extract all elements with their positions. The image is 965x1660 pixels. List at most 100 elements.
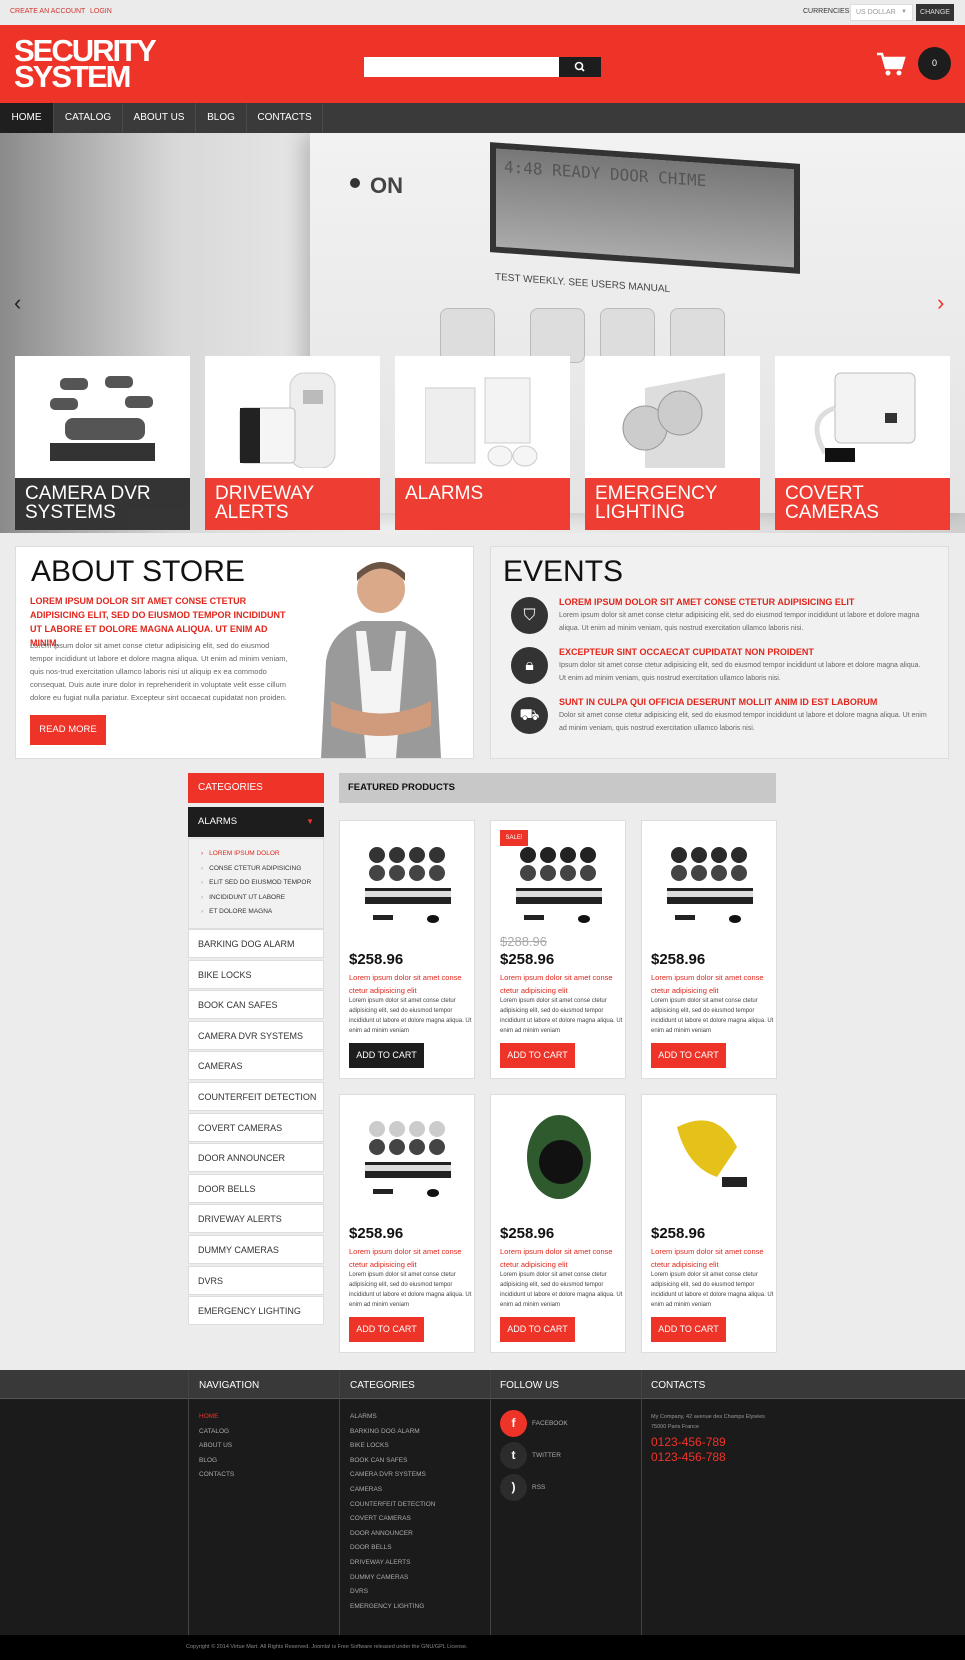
footer-nav-link[interactable]: CONTACTS: [199, 1471, 234, 1478]
facebook-link[interactable]: FACEBOOK: [532, 1420, 568, 1427]
footer-category-link[interactable]: DOOR BELLS: [350, 1544, 392, 1551]
category-item[interactable]: BARKING DOG ALARM: [188, 929, 324, 958]
footer-category-link[interactable]: ALARMS: [350, 1413, 377, 1420]
about-store-section: ABOUT STORE LOREM IPSUM DOLOR SIT AMET C…: [15, 546, 474, 759]
category-item[interactable]: EMERGENCY LIGHTING: [188, 1296, 324, 1326]
slider-prev-arrow-icon[interactable]: ‹: [14, 290, 21, 316]
search-input[interactable]: [364, 57, 559, 77]
footer-nav-link[interactable]: ABOUT US: [199, 1442, 232, 1449]
category-item[interactable]: COVERT CAMERAS: [188, 1112, 324, 1142]
twitter-link[interactable]: TWITTER: [532, 1452, 561, 1459]
add-to-cart-button[interactable]: ADD TO CART: [500, 1317, 575, 1342]
rss-link[interactable]: RSS: [532, 1484, 545, 1491]
keypad-key: [440, 308, 495, 363]
add-to-cart-button[interactable]: ADD TO CART: [349, 1043, 424, 1068]
tile-emergency-lighting[interactable]: EMERGENCY LIGHTING: [585, 356, 760, 530]
subcategory-item[interactable]: › ET DOLORE MAGNA: [201, 905, 323, 920]
product-title[interactable]: Lorem ipsum dolor sit amet conse ctetur …: [651, 1245, 773, 1271]
add-to-cart-button[interactable]: ADD TO CART: [651, 1043, 726, 1068]
product-card: $258.96 Lorem ipsum dolor sit amet conse …: [641, 1094, 777, 1353]
search-button[interactable]: [559, 57, 601, 77]
category-item[interactable]: DVRS: [188, 1265, 324, 1295]
category-alarms[interactable]: ALARMS ▼: [188, 807, 324, 837]
footer-nav-link[interactable]: CATALOG: [199, 1428, 229, 1435]
category-item[interactable]: BIKE LOCKS: [188, 959, 324, 989]
login-link[interactable]: LOGIN: [90, 8, 112, 15]
category-item[interactable]: DRIVEWAY ALERTS: [188, 1204, 324, 1234]
footer-category-link[interactable]: CAMERAS: [350, 1486, 382, 1493]
product-image[interactable]: [657, 833, 763, 933]
tile-covert-cameras[interactable]: COVERT CAMERAS: [775, 356, 950, 530]
led-icon: [350, 178, 360, 188]
category-item[interactable]: BOOK CAN SAFES: [188, 990, 324, 1020]
nav-contacts[interactable]: CONTACTS: [247, 103, 323, 133]
phone-1: 0123-456-789: [651, 1435, 726, 1449]
product-title[interactable]: Lorem ipsum dolor sit amet conse ctetur …: [500, 971, 622, 997]
category-item[interactable]: DUMMY CAMERAS: [188, 1235, 324, 1264]
category-item[interactable]: DOOR ANNOUNCER: [188, 1143, 324, 1173]
category-item[interactable]: CAMERAS: [188, 1051, 324, 1081]
category-item[interactable]: DOOR BELLS: [188, 1173, 324, 1203]
chevron-right-icon: ›: [201, 908, 204, 915]
nav-home[interactable]: HOME: [0, 103, 54, 133]
product-title[interactable]: Lorem ipsum dolor sit amet conse ctetur …: [349, 971, 471, 997]
subcategory-item[interactable]: › ELIT SED DO EIUSMOD TEMPOR: [201, 876, 323, 891]
tile-camera-dvr-systems[interactable]: CAMERA DVR SYSTEMS: [15, 356, 190, 530]
old-price: $288.96: [500, 934, 547, 949]
product-image[interactable]: [355, 1107, 461, 1207]
chevron-right-icon: ›: [201, 879, 204, 886]
footer-category-link[interactable]: BOOK CAN SAFES: [350, 1457, 407, 1464]
product-image[interactable]: [506, 833, 612, 933]
add-to-cart-button[interactable]: ADD TO CART: [349, 1317, 424, 1342]
event-title[interactable]: SUNT IN CULPA QUI OFFICIA DESERUNT MOLLI…: [559, 695, 929, 709]
currency-select[interactable]: US DOLLAR ▼: [850, 4, 913, 21]
category-item[interactable]: CAMERA DVR SYSTEMS: [188, 1020, 324, 1050]
add-to-cart-button[interactable]: ADD TO CART: [651, 1317, 726, 1342]
product-title[interactable]: Lorem ipsum dolor sit amet conse ctetur …: [651, 971, 773, 997]
events-section: EVENTS ⛉ LOREM IPSUM DOLOR SIT AMET CONS…: [490, 546, 949, 759]
footer-category-link[interactable]: DUMMY CAMERAS: [350, 1574, 408, 1581]
tile-driveway-alerts[interactable]: DRIVEWAY ALERTS: [205, 356, 380, 530]
footer-category-link[interactable]: DRIVEWAY ALERTS: [350, 1559, 410, 1566]
footer-category-link[interactable]: CAMERA DVR SYSTEMS: [350, 1471, 426, 1478]
search-icon: [574, 61, 585, 72]
read-more-button[interactable]: READ MORE: [30, 715, 106, 745]
footer-nav-link[interactable]: HOME: [199, 1413, 219, 1420]
footer-category-link[interactable]: BARKING DOG ALARM: [350, 1428, 420, 1435]
product-title[interactable]: Lorem ipsum dolor sit amet conse ctetur …: [500, 1245, 622, 1271]
slider-next-arrow-icon[interactable]: ›: [937, 290, 944, 316]
event-title[interactable]: EXCEPTEUR SINT OCCAECAT CUPIDATAT NON PR…: [559, 645, 929, 659]
cart-icon[interactable]: [876, 51, 906, 77]
footer-category-link[interactable]: DVRS: [350, 1588, 368, 1595]
product-image[interactable]: [657, 1107, 763, 1207]
nav-about-us[interactable]: ABOUT US: [123, 103, 196, 133]
change-currency-button[interactable]: CHANGE: [916, 4, 954, 21]
nav-blog[interactable]: BLOG: [196, 103, 247, 133]
footer-category-link[interactable]: BIKE LOCKS: [350, 1442, 389, 1449]
twitter-icon[interactable]: t: [500, 1442, 527, 1469]
cart-count-badge[interactable]: 0: [918, 47, 951, 80]
nav-catalog[interactable]: CATALOG: [54, 103, 123, 133]
create-account-link[interactable]: CREATE AN ACCOUNT: [10, 8, 85, 15]
category-item[interactable]: COUNTERFEIT DETECTION: [188, 1082, 324, 1111]
event-title[interactable]: LOREM IPSUM DOLOR SIT AMET CONSE CTETUR …: [559, 595, 929, 609]
facebook-icon[interactable]: f: [500, 1410, 527, 1437]
footer-category-link[interactable]: COUNTERFEIT DETECTION: [350, 1501, 435, 1508]
lcd-text: 4:48 READY DOOR CHIME: [504, 157, 707, 191]
product-image[interactable]: [355, 833, 461, 933]
logo[interactable]: SECURITY SYSTEM: [14, 35, 174, 92]
footer-category-link[interactable]: COVERT CAMERAS: [350, 1515, 411, 1522]
address-line-2: 75000 Paris France: [651, 1424, 699, 1430]
product-image[interactable]: [506, 1107, 612, 1207]
product-title[interactable]: Lorem ipsum dolor sit amet conse ctetur …: [349, 1245, 471, 1271]
subcategory-item[interactable]: › INCIDIDUNT UT LABORE: [201, 891, 323, 906]
tile-label: DRIVEWAY ALERTS: [205, 478, 380, 530]
footer-category-link[interactable]: EMERGENCY LIGHTING: [350, 1603, 424, 1610]
subcategory-item[interactable]: › LOREM IPSUM DOLOR: [201, 847, 323, 862]
subcategory-item[interactable]: › CONSE CTETUR ADIPISICING: [201, 862, 323, 877]
footer-category-link[interactable]: DOOR ANNOUNCER: [350, 1530, 413, 1537]
footer-nav-link[interactable]: BLOG: [199, 1457, 217, 1464]
add-to-cart-button[interactable]: ADD TO CART: [500, 1043, 575, 1068]
rss-icon[interactable]: ): [500, 1474, 527, 1501]
tile-alarms[interactable]: ALARMS: [395, 356, 570, 530]
